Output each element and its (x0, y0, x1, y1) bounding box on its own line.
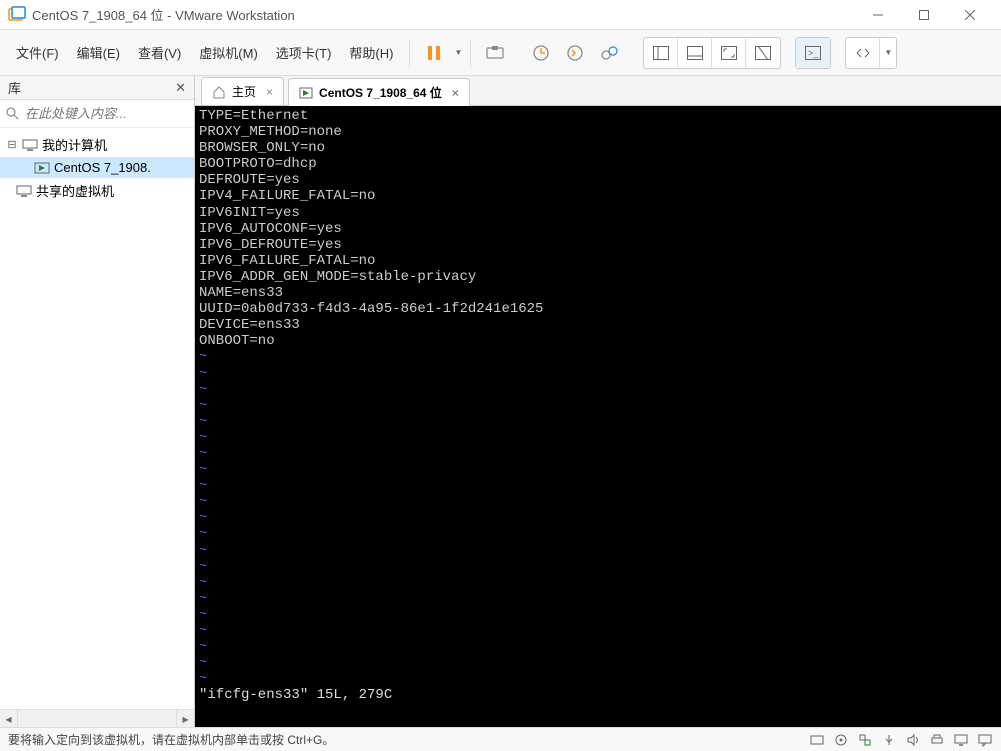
menu-edit[interactable]: 编辑(E) (69, 39, 128, 66)
vm-console[interactable]: TYPE=Ethernet PROXY_METHOD=none BROWSER_… (195, 106, 1001, 727)
menu-vm[interactable]: 虚拟机(M) (191, 39, 266, 66)
library-tree: ⊟ 我的计算机 CentOS 7_1908. 共享的虚拟机 (0, 128, 194, 709)
tree-node-vm[interactable]: CentOS 7_1908. (0, 157, 194, 178)
view-console-button[interactable] (678, 38, 712, 68)
printer-icon[interactable] (929, 732, 945, 748)
minimize-button[interactable] (855, 0, 901, 30)
menu-file[interactable]: 文件(F) (8, 39, 67, 66)
usb-icon[interactable] (881, 732, 897, 748)
close-button[interactable] (947, 0, 993, 30)
device-status-icons (809, 732, 993, 748)
scroll-right-icon[interactable]: ▸ (176, 710, 194, 727)
app-icon (8, 6, 26, 24)
tree-label: CentOS 7_1908. (54, 160, 151, 175)
tree-node-shared[interactable]: 共享的虚拟机 (0, 178, 194, 203)
tab-bar: 主页 × CentOS 7_1908_64 位 × (195, 76, 1001, 106)
separator (470, 39, 471, 67)
revert-snapshot-button[interactable] (559, 37, 591, 69)
message-icon[interactable] (977, 732, 993, 748)
library-title: 库 (8, 78, 21, 97)
menu-view[interactable]: 查看(V) (130, 39, 189, 66)
main-area: 库 ✕ ▼ ⊟ 我的计算机 CentOS 7_1908. 共享的虚拟机 ◂ (0, 76, 1001, 727)
manage-snapshot-button[interactable] (593, 37, 625, 69)
console-button[interactable]: >_ (796, 38, 830, 68)
chevron-down-icon[interactable]: ▼ (454, 48, 462, 57)
computer-icon (22, 138, 38, 152)
menubar: 文件(F) 编辑(E) 查看(V) 虚拟机(M) 选项卡(T) 帮助(H) ▼ … (0, 30, 1001, 76)
sound-icon[interactable] (905, 732, 921, 748)
search-input[interactable] (25, 106, 203, 121)
window-controls (855, 0, 993, 30)
menu-help[interactable]: 帮助(H) (341, 39, 401, 66)
view-single-button[interactable] (644, 38, 678, 68)
scroll-left-icon[interactable]: ◂ (0, 710, 18, 727)
view-fullscreen-button[interactable] (712, 38, 746, 68)
collapse-icon[interactable]: ⊟ (6, 138, 18, 151)
stretch-button[interactable] (846, 38, 880, 68)
vm-running-icon (34, 161, 50, 175)
status-hint: 要将输入定向到该虚拟机，请在虚拟机内部单击或按 Ctrl+G。 (8, 731, 809, 748)
svg-text:>_: >_ (808, 48, 819, 58)
separator (409, 39, 410, 67)
tree-label: 我的计算机 (42, 135, 107, 154)
menu-tabs[interactable]: 选项卡(T) (268, 39, 340, 66)
network-icon[interactable] (857, 732, 873, 748)
close-panel-button[interactable]: ✕ (175, 80, 186, 96)
tab-home[interactable]: 主页 × (201, 77, 284, 105)
content-area: 主页 × CentOS 7_1908_64 位 × TYPE=Ethernet … (195, 76, 1001, 727)
search-icon (6, 107, 19, 120)
window-titlebar: CentOS 7_1908_64 位 - VMware Workstation (0, 0, 1001, 30)
disk-icon[interactable] (809, 732, 825, 748)
stretch-group: ▼ (845, 37, 897, 69)
library-header: 库 ✕ (0, 76, 194, 100)
maximize-button[interactable] (901, 0, 947, 30)
tab-label: CentOS 7_1908_64 位 (319, 84, 442, 101)
tree-label: 共享的虚拟机 (36, 181, 114, 200)
tab-vm[interactable]: CentOS 7_1908_64 位 × (288, 78, 470, 106)
send-ctrl-alt-del-button[interactable] (479, 37, 511, 69)
pause-button[interactable] (418, 37, 450, 69)
home-icon (212, 85, 226, 99)
window-title: CentOS 7_1908_64 位 - VMware Workstation (32, 5, 855, 24)
tab-close-button[interactable]: × (452, 86, 459, 100)
tab-label: 主页 (232, 83, 256, 100)
stretch-dropdown[interactable]: ▼ (880, 38, 896, 68)
cd-icon[interactable] (833, 732, 849, 748)
shared-vm-icon (16, 184, 32, 198)
view-mode-group (643, 37, 781, 69)
tab-close-button[interactable]: × (266, 85, 273, 99)
tree-node-root[interactable]: ⊟ 我的计算机 (0, 132, 194, 157)
display-icon[interactable] (953, 732, 969, 748)
vm-icon (299, 86, 313, 100)
console-mode-group: >_ (795, 37, 831, 69)
library-search: ▼ (0, 100, 194, 128)
status-bar: 要将输入定向到该虚拟机，请在虚拟机内部单击或按 Ctrl+G。 (0, 727, 1001, 751)
snapshot-button[interactable] (525, 37, 557, 69)
view-unity-button[interactable] (746, 38, 780, 68)
library-panel: 库 ✕ ▼ ⊟ 我的计算机 CentOS 7_1908. 共享的虚拟机 ◂ (0, 76, 195, 727)
sidebar-scrollbar[interactable]: ◂ ▸ (0, 709, 194, 727)
scroll-track[interactable] (18, 710, 176, 727)
